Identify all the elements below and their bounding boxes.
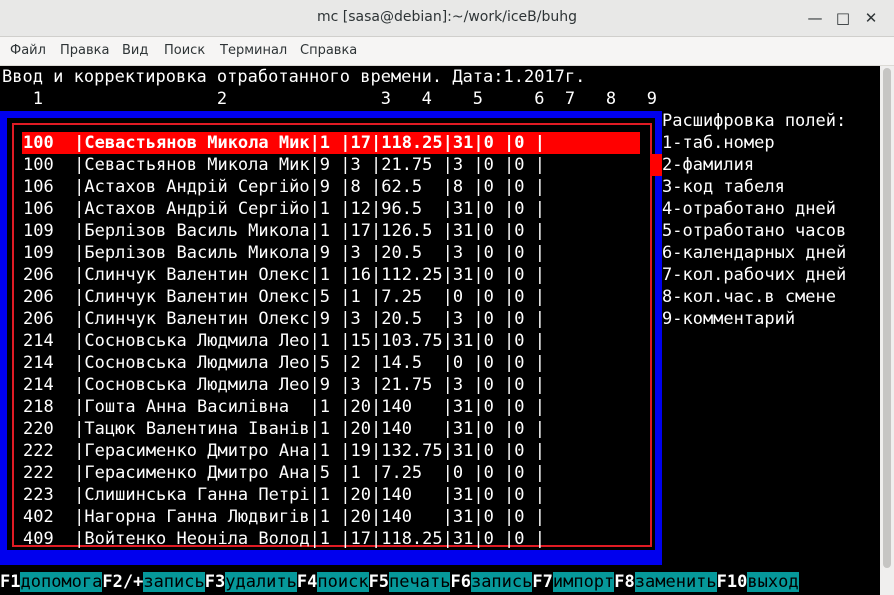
table-row[interactable]: 214 |Сосновська Людмила Лео|5 |2 |14.5 |… <box>23 352 545 374</box>
fkey-f10[interactable]: F10 <box>716 572 748 592</box>
maximize-icon[interactable]: □ <box>832 8 854 28</box>
table-row[interactable]: 214 |Сосновська Людмила Лео|1 |15|103.75… <box>23 330 545 352</box>
fkey-f5[interactable]: F5 <box>368 572 390 592</box>
table-row[interactable]: 214 |Сосновська Людмила Лео|9 |3 |21.75 … <box>23 374 545 396</box>
window-title: mc [sasa@debian]:~/work/iceB/buhg <box>317 9 577 25</box>
table-row[interactable]: 106 |Астахов Андрій Сергійо|9 |8 |62.5 |… <box>23 176 545 198</box>
table-row[interactable]: 222 |Герасименко Дмитро Ана|1 |19|132.75… <box>23 440 545 462</box>
fkey-f3[interactable]: F3 <box>204 572 226 592</box>
legend-item: 6-календарных дней <box>662 243 847 263</box>
menu-terminal[interactable]: Терминал <box>220 43 287 58</box>
fkey-label[interactable]: удалить <box>225 572 297 592</box>
legend-item: 4-отработано дней <box>662 199 836 219</box>
table-row[interactable]: 206 |Слинчук Валентин Олекс|9 |3 |20.5 |… <box>23 308 545 330</box>
menu-search[interactable]: Поиск <box>164 43 205 58</box>
table-row[interactable]: 218 |Гошта Анна Василівна |1 |20|140 |31… <box>23 396 545 418</box>
fkey-label[interactable]: запись <box>143 572 205 592</box>
fkey-label[interactable]: допомога <box>20 572 103 592</box>
legend-item: 1-таб.номер <box>662 133 775 153</box>
fkey-f7[interactable]: F7 <box>532 572 553 592</box>
legend-title: Расшифровка полей: <box>662 111 847 131</box>
fkey-label[interactable]: запись <box>470 572 533 592</box>
fkey-label[interactable]: заменить <box>634 572 717 592</box>
terminal[interactable]: Ввод и корректировка отработанного време… <box>0 66 880 595</box>
table-row[interactable]: 100 |Севастьянов Микола Мик|9 |3 |21.75 … <box>23 154 545 176</box>
fkey-f4[interactable]: F4 <box>296 572 318 592</box>
legend-item: 2-фамилия <box>662 155 755 175</box>
table-row[interactable]: 220 |Тацюк Валентина Іванів|1 |20|140 |3… <box>23 418 545 440</box>
screen-header: Ввод и корректировка отработанного време… <box>2 67 586 87</box>
fkey-f1[interactable]: F1 <box>0 572 21 592</box>
legend-item: 9-комментарий <box>662 309 796 329</box>
table-row[interactable]: 109 |Берлізов Василь Микола|1 |17|126.5 … <box>23 220 545 242</box>
fkey-label[interactable]: поиск <box>317 572 369 592</box>
legend-item: 3-код табеля <box>662 177 785 197</box>
legend-item: 5-отработано часов <box>662 221 847 241</box>
scrollbar[interactable] <box>880 66 894 595</box>
minimize-icon[interactable]: — <box>804 8 826 28</box>
fkey-label[interactable]: печать <box>389 572 451 592</box>
legend-item: 7-кол.рабочих дней <box>662 265 847 285</box>
table-row[interactable]: 106 |Астахов Андрій Сергійо|1 |12|96.5 |… <box>23 198 545 220</box>
title-bar: mc [sasa@debian]:~/work/iceB/buhg — □ ✕ <box>0 0 894 37</box>
table-row[interactable]: 206 |Слинчук Валентин Олекс|1 |16|112.25… <box>23 264 545 286</box>
menu-help[interactable]: Справка <box>300 43 357 58</box>
fkey-label[interactable]: выход <box>747 572 799 592</box>
table-row[interactable]: 100 |Севастьянов Микола Мик|1 |17|118.25… <box>23 132 545 154</box>
menu-file[interactable]: Файл <box>10 43 46 58</box>
fkey-f2[interactable]: F2/+ <box>102 572 144 592</box>
table-row[interactable]: 402 |Нагорна Ганна Людвигів|1 |20|140 |3… <box>23 506 545 528</box>
column-numbers: 1 2 3 4 5 6 7 8 9 <box>2 89 658 109</box>
function-key-bar: F1допомогаF2/+записьF3удалитьF4поискF5пе… <box>0 571 799 593</box>
menu-edit[interactable]: Правка <box>60 43 109 58</box>
table-row[interactable]: 409 |Войтенко Неоніла Волод|1 |17|118.25… <box>23 528 545 550</box>
fkey-label[interactable]: импорт <box>552 572 615 592</box>
menu-view[interactable]: Вид <box>122 43 148 58</box>
close-icon[interactable]: ✕ <box>860 8 882 28</box>
menu-bar: Файл Правка Вид Поиск Терминал Справка <box>0 37 894 66</box>
fkey-f6[interactable]: F6 <box>450 572 471 592</box>
scroll-marker <box>650 154 662 176</box>
table-row[interactable]: 222 |Герасименко Дмитро Ана|5 |1 |7.25 |… <box>23 462 545 484</box>
legend-item: 8-кол.час.в смене <box>662 287 836 307</box>
scrollbar-thumb[interactable] <box>883 68 891 568</box>
table-row[interactable]: 223 |Слишинська Ганна Петрі|1 |20|140 |3… <box>23 484 545 506</box>
table-row[interactable]: 206 |Слинчук Валентин Олекс|5 |1 |7.25 |… <box>23 286 545 308</box>
table-row[interactable]: 109 |Берлізов Василь Микола|9 |3 |20.5 |… <box>23 242 545 264</box>
fkey-f8[interactable]: F8 <box>614 572 635 592</box>
